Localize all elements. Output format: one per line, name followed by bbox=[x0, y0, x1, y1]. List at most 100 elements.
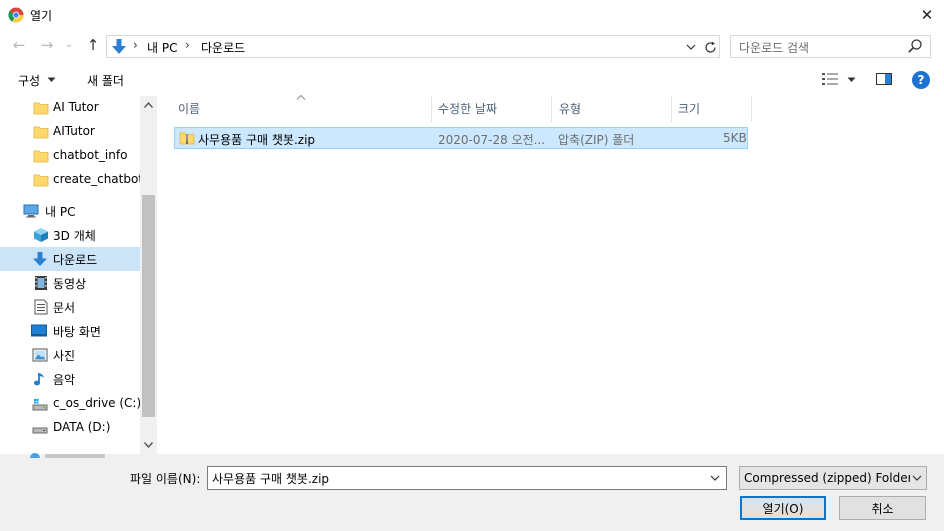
address-bar[interactable]: › 내 PC › 다운로드 bbox=[106, 35, 720, 58]
file-modified: 2020-07-28 오전... bbox=[438, 133, 546, 147]
chevron-down-icon bbox=[847, 77, 856, 82]
sidebar-item-label: chatbot_info bbox=[53, 148, 128, 162]
sidebar-item-label: create_chatbot bbox=[53, 172, 144, 186]
folder-icon bbox=[33, 126, 49, 139]
title-bar bbox=[0, 0, 944, 30]
sidebar-scrollbar-thumb[interactable] bbox=[142, 195, 155, 417]
search-box[interactable]: 다운로드 검색 bbox=[730, 35, 931, 58]
video-icon bbox=[35, 276, 47, 290]
chevron-down-icon bbox=[912, 475, 922, 481]
document-icon bbox=[34, 299, 48, 315]
close-icon: ✕ bbox=[920, 6, 934, 24]
sidebar-item-videos[interactable]: 동영상 bbox=[0, 271, 140, 295]
forward-arrow-icon: → bbox=[40, 36, 54, 54]
sidebar-item-label: 동영상 bbox=[53, 277, 87, 291]
sidebar-item-documents[interactable]: 문서 bbox=[0, 295, 140, 319]
filetype-select[interactable]: Compressed (zipped) Folder (* bbox=[739, 466, 927, 490]
column-header-modified[interactable]: 수정한 날짜 bbox=[438, 96, 497, 122]
search-placeholder: 다운로드 검색 bbox=[739, 41, 810, 55]
view-options-button[interactable] bbox=[818, 68, 860, 90]
sidebar-item-ai-tutor[interactable]: AI Tutor bbox=[0, 96, 140, 120]
sidebar-item-downloads[interactable]: 다운로드 bbox=[0, 247, 140, 271]
sidebar-item-label: 3D 개체 bbox=[53, 229, 96, 243]
sidebar-item-label: 바탕 화면 bbox=[53, 325, 101, 339]
forward-button[interactable]: → bbox=[37, 36, 57, 54]
file-type: 압축(ZIP) 폴더 bbox=[558, 133, 635, 147]
sidebar-item-3d-objects[interactable]: 3D 개체 bbox=[0, 223, 140, 247]
table-row[interactable]: 사무용품 구매 챗봇.zip 2020-07-28 오전... 압축(ZIP) … bbox=[174, 127, 748, 149]
help-icon[interactable]: ? bbox=[912, 71, 930, 89]
open-button-label: 열기(O) bbox=[762, 501, 804, 516]
preview-pane-icon bbox=[876, 73, 892, 85]
sidebar-item-this-pc[interactable]: 내 PC bbox=[0, 199, 140, 223]
file-list: 이름 수정한 날짜 유형 크기 bbox=[157, 96, 944, 454]
chevron-down-icon bbox=[144, 442, 153, 448]
scroll-up-button[interactable] bbox=[140, 96, 157, 114]
sidebar-item-create-chatbot[interactable]: create_chatbot bbox=[0, 168, 144, 192]
search-icon bbox=[907, 38, 925, 56]
column-divider[interactable] bbox=[431, 96, 432, 122]
breadcrumb-item-pc[interactable]: 내 PC bbox=[147, 39, 177, 56]
filename-input[interactable]: 사무용품 구매 챗봇.zip bbox=[212, 470, 329, 487]
chevron-down-icon bbox=[686, 44, 696, 50]
sidebar-item-label: c_os_drive (C:) bbox=[53, 396, 142, 410]
drive-icon bbox=[32, 399, 48, 411]
back-arrow-icon: ← bbox=[12, 36, 26, 54]
new-folder-label: 새 폴더 bbox=[87, 74, 124, 88]
column-divider[interactable] bbox=[551, 96, 552, 122]
folder-icon bbox=[33, 102, 49, 115]
sidebar-item-label: 음악 bbox=[53, 373, 76, 387]
back-button[interactable]: ← bbox=[9, 36, 29, 54]
column-header-name[interactable]: 이름 bbox=[178, 96, 200, 122]
preview-pane-button[interactable] bbox=[871, 68, 897, 90]
breadcrumb-item-downloads[interactable]: 다운로드 bbox=[201, 39, 245, 56]
sidebar-item-d-drive[interactable]: DATA (D:) bbox=[0, 416, 140, 440]
drive-icon bbox=[32, 427, 48, 434]
chrome-icon bbox=[8, 7, 24, 23]
sidebar-item-label: 사진 bbox=[53, 349, 76, 363]
up-button[interactable]: ↑ bbox=[83, 36, 103, 54]
new-folder-button[interactable]: 새 폴더 bbox=[80, 66, 136, 90]
filetype-value: Compressed (zipped) Folder (* bbox=[744, 471, 910, 485]
sidebar-item-label: DATA (D:) bbox=[53, 420, 111, 434]
sidebar-item-aitutor[interactable]: AITutor bbox=[0, 120, 140, 144]
organize-label: 구성 bbox=[18, 74, 41, 88]
close-button[interactable]: ✕ bbox=[910, 0, 944, 30]
sidebar-item-desktop[interactable]: 바탕 화면 bbox=[0, 319, 140, 343]
file-size: 5KB bbox=[723, 131, 747, 145]
chevron-down-icon: ⌄ bbox=[64, 36, 74, 50]
organize-button[interactable]: 구성 bbox=[12, 66, 64, 90]
sidebar-item-chatbot-info[interactable]: chatbot_info bbox=[0, 144, 140, 168]
folder-icon bbox=[33, 150, 49, 163]
column-divider[interactable] bbox=[671, 96, 672, 122]
sidebar-item-label: 문서 bbox=[53, 301, 76, 315]
command-bar bbox=[0, 64, 944, 94]
download-arrow-icon bbox=[110, 38, 128, 56]
folder-icon bbox=[33, 174, 49, 187]
column-divider[interactable] bbox=[751, 96, 752, 122]
chevron-down-icon[interactable] bbox=[710, 475, 720, 481]
cancel-button[interactable]: 취소 bbox=[839, 496, 926, 520]
column-header-type[interactable]: 유형 bbox=[559, 96, 581, 122]
scroll-down-button[interactable] bbox=[140, 436, 157, 454]
sort-ascending-icon bbox=[296, 95, 306, 100]
address-dropdown-button[interactable] bbox=[683, 38, 699, 56]
open-button[interactable]: 열기(O) bbox=[740, 496, 826, 520]
music-icon bbox=[34, 373, 44, 386]
sidebar-item-label: AI Tutor bbox=[53, 100, 99, 114]
sidebar-item-music[interactable]: 음악 bbox=[0, 367, 140, 391]
file-name: 사무용품 구매 챗봇.zip bbox=[198, 133, 316, 147]
cube-icon bbox=[34, 228, 48, 242]
chevron-up-icon bbox=[144, 102, 153, 108]
filename-combobox[interactable]: 사무용품 구매 챗봇.zip bbox=[207, 466, 727, 490]
refresh-button[interactable] bbox=[701, 38, 719, 56]
sidebar-item-c-drive[interactable]: c_os_drive (C:) bbox=[0, 392, 142, 416]
recent-locations-button[interactable]: ⌄ bbox=[62, 34, 76, 52]
column-header-size[interactable]: 크기 bbox=[678, 96, 700, 122]
desktop-icon bbox=[31, 324, 47, 337]
zip-folder-icon bbox=[179, 132, 195, 145]
breadcrumb-separator: › bbox=[133, 38, 138, 52]
sidebar-item-pictures[interactable]: 사진 bbox=[0, 343, 140, 367]
sidebar-item-label: 내 PC bbox=[45, 205, 76, 219]
filename-label: 파일 이름(N): bbox=[130, 472, 201, 486]
